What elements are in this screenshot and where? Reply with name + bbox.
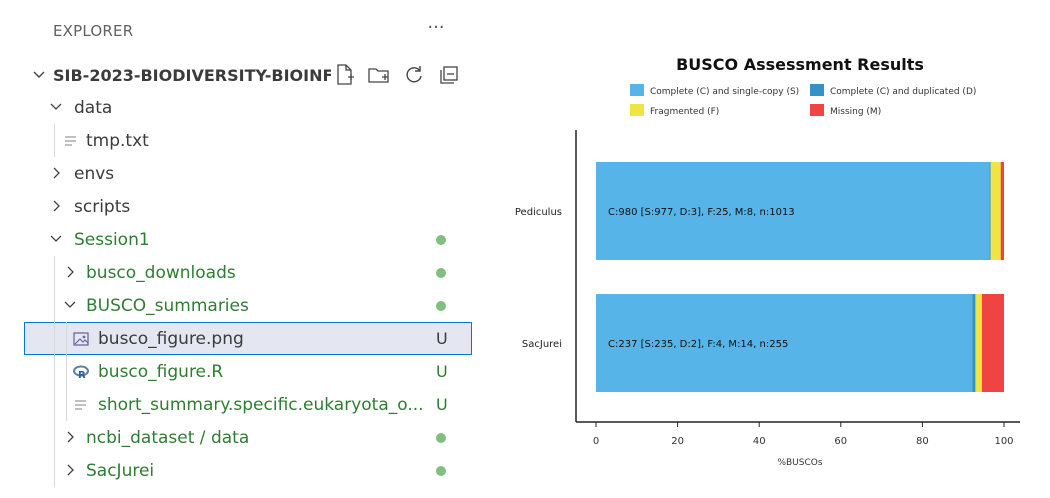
indent-guide [54, 256, 55, 289]
legend-swatch [810, 104, 824, 116]
tree-item-busco-downloads[interactable]: busco_downloads [24, 256, 472, 289]
bar-segment [1000, 162, 1004, 260]
chevron-down-icon [50, 235, 62, 242]
chart-bars: Pediculus C:980 [S:977, D:3], F:25, M:8, … [515, 162, 1004, 392]
indent-guide [54, 388, 55, 421]
tree-item-label: envs [74, 164, 115, 184]
explorer-panel: EXPLORER ··· SIB-2023-BIODIVERSITY-BIOIN… [24, 0, 472, 498]
tree-item-label: data [74, 98, 113, 118]
bar-data-label: C:237 [S:235, D:2], F:4, M:14, n:255 [608, 339, 788, 350]
project-root-row[interactable]: SIB-2023-BIODIVERSITY-BIOINF... [24, 58, 472, 91]
tree-item-label: short_summary.specific.eukaryota_o... [98, 395, 424, 415]
tree-item-busco-summaries[interactable]: BUSCO_summaries [24, 289, 472, 322]
indent-guide [54, 355, 55, 388]
tree-item-scripts[interactable]: scripts [24, 190, 472, 223]
legend-swatch [630, 84, 644, 96]
new-folder-icon[interactable] [366, 62, 392, 88]
category-label: Pediculus [515, 207, 562, 218]
untracked-status: U [436, 395, 448, 414]
bar-segment [989, 162, 991, 260]
tree-item-session1[interactable]: Session1 [24, 223, 472, 256]
indent-guide [54, 454, 55, 487]
project-title: SIB-2023-BIODIVERSITY-BIOINF... [53, 66, 331, 85]
chevron-right-icon [67, 464, 74, 476]
tree-item-label: Session1 [74, 230, 150, 250]
tree-item-label: scripts [74, 197, 131, 217]
refresh-icon[interactable] [401, 62, 427, 88]
tree-item-busco-figure-png[interactable]: busco_figure.png U [24, 322, 472, 355]
text-file-icon [75, 400, 86, 410]
legend-swatch [810, 84, 824, 96]
chevron-right-icon [67, 266, 74, 278]
chart-title: BUSCO Assessment Results [676, 55, 924, 74]
chevron-down-icon [64, 301, 76, 308]
x-tick-label: 80 [916, 436, 929, 447]
indent-guide [54, 421, 55, 454]
tree-item-label: busco_figure.R [98, 362, 224, 382]
tree-item-data[interactable]: data [24, 91, 472, 124]
tree-item-busco-figure-r[interactable]: R busco_figure.R U [24, 355, 472, 388]
tree-item-ncbi-dataset[interactable]: ncbi_dataset / data [24, 421, 472, 454]
tree-item-label: busco_figure.png [98, 329, 244, 349]
tree-item-short-summary[interactable]: short_summary.specific.eukaryota_o... U [24, 388, 472, 421]
bar-segment [972, 294, 976, 392]
chart-legend: Complete (C) and single-copy (S) Complete… [630, 84, 976, 117]
explorer-title: EXPLORER [53, 22, 134, 40]
indent-guide [54, 322, 55, 355]
chevron-right-icon [67, 431, 74, 443]
tree-item-envs[interactable]: envs [24, 157, 472, 190]
image-file-icon [73, 332, 89, 346]
indent-guide [66, 388, 67, 421]
bar-segment [990, 162, 1001, 260]
text-file-icon [65, 136, 76, 146]
tree-item-label: BUSCO_summaries [86, 296, 249, 316]
x-tick-label: 0 [593, 436, 599, 447]
indent-guide [66, 355, 67, 388]
r-file-icon: R [73, 365, 89, 381]
tree-item-label: ncbi_dataset / data [86, 428, 250, 448]
indent-guide [66, 322, 67, 355]
tree-item-label: SacJurei [86, 461, 155, 481]
legend-label: Missing (M) [830, 107, 881, 117]
indent-guide [54, 289, 55, 322]
explorer-header: EXPLORER ··· [24, 0, 472, 66]
svg-text:R: R [78, 370, 86, 381]
chevron-down-icon [50, 103, 62, 110]
collapse-all-icon[interactable] [436, 62, 462, 88]
modified-dot [436, 466, 446, 476]
busco-chart-preview: BUSCO Assessment Results Complete (C) an… [515, 55, 1020, 468]
modified-dot [436, 433, 446, 443]
bar-segment [981, 294, 1004, 392]
modified-dot [436, 301, 446, 311]
modified-dot [436, 268, 446, 278]
legend-label: Complete (C) and duplicated (D) [830, 87, 976, 97]
modified-dot [436, 235, 446, 245]
untracked-status: U [436, 329, 448, 348]
untracked-status: U [436, 362, 448, 381]
more-actions-icon[interactable]: ··· [422, 18, 450, 42]
chevron-right-icon [53, 167, 60, 179]
legend-swatch [630, 104, 644, 116]
indent-guide [54, 124, 55, 157]
chevron-right-icon [53, 200, 60, 212]
x-tick-label: 40 [753, 436, 766, 447]
x-tick-label: 60 [834, 436, 847, 447]
bar-segment [975, 294, 982, 392]
legend-label: Fragmented (F) [650, 107, 719, 117]
chevron-down-icon [33, 71, 45, 78]
tree-item-tmp-txt[interactable]: tmp.txt [24, 124, 472, 157]
x-tick-label: 20 [671, 436, 684, 447]
category-label: SacJurei [522, 339, 562, 350]
x-axis-label: %BUSCOs [777, 458, 822, 468]
tree-item-label: busco_downloads [86, 263, 236, 283]
tree-item-sacjurei[interactable]: SacJurei [24, 454, 472, 487]
x-tick-label: 100 [994, 436, 1013, 447]
legend-label: Complete (C) and single-copy (S) [650, 87, 799, 97]
tree-item-label: tmp.txt [86, 131, 149, 151]
new-file-icon[interactable] [332, 62, 358, 88]
bar-data-label: C:980 [S:977, D:3], F:25, M:8, n:1013 [608, 207, 795, 218]
